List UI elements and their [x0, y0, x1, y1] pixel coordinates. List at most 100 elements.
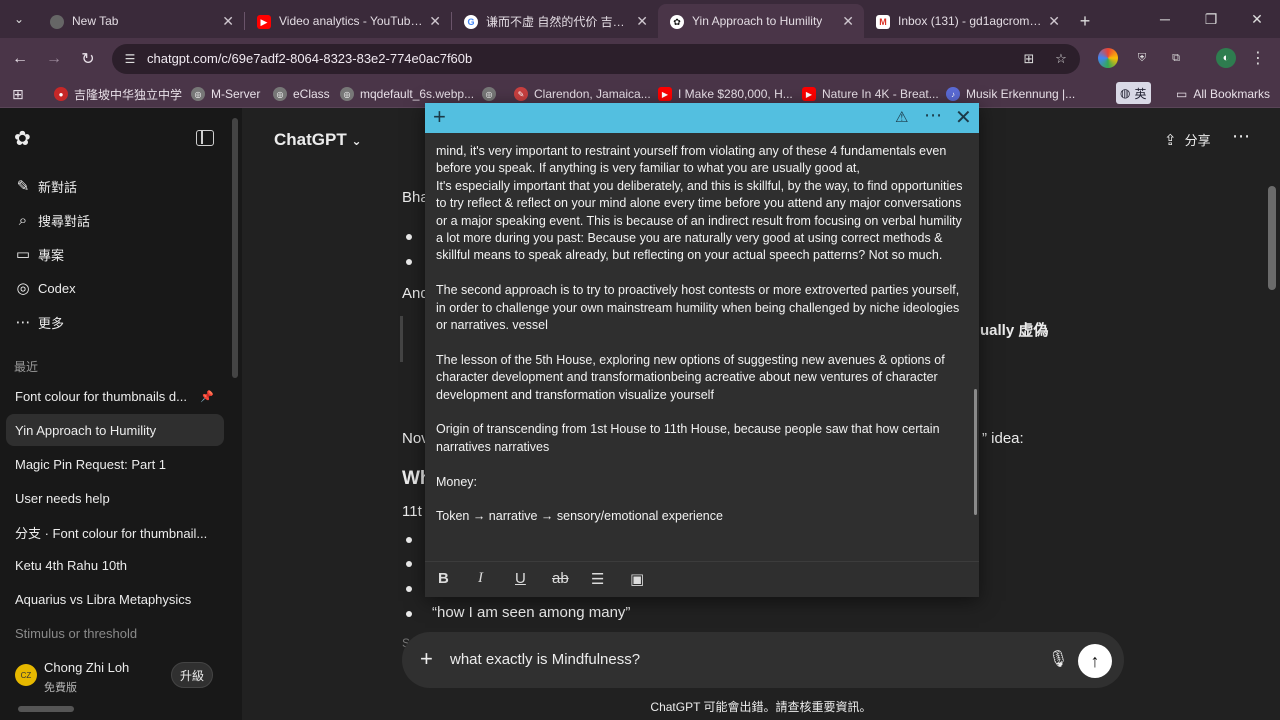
note-scrollbar[interactable]: [974, 389, 977, 515]
chrome-icon: [50, 15, 64, 29]
sidebar: ✿ ✎ 新對話 ⌕ 搜尋對話 ▭ 專案 ◎ Codex ⋯ 更多 最近 Font colo…: [0, 108, 242, 720]
main-scrollbar[interactable]: [1268, 186, 1276, 290]
message-fragment: ually 虚偽: [980, 322, 1049, 339]
note-paragraph: Origin of transcending from 1st House to…: [436, 422, 940, 454]
forward-button[interactable]: →: [42, 47, 66, 71]
browser-tab-youtube[interactable]: ▶ Video analytics - YouTube St ✕: [245, 4, 451, 38]
apps-grid-icon[interactable]: ⊞: [12, 85, 24, 103]
chat-item[interactable]: User needs help: [6, 482, 224, 514]
bookmark-item[interactable]: ● 吉隆坡中华独立中学: [54, 85, 182, 103]
bookmark-item[interactable]: ✎ Clarendon, Jamaica...: [514, 85, 651, 103]
bookmark-item[interactable]: ◎ eClass: [273, 85, 330, 103]
sidebar-item-new-chat[interactable]: ✎ 新對話: [14, 174, 77, 198]
openai-icon: ✿: [670, 15, 684, 29]
send-button[interactable]: ↑: [1078, 644, 1112, 678]
site-settings-icon[interactable]: ☰: [122, 51, 138, 67]
sidebar-item-projects[interactable]: ▭ 專案: [14, 242, 64, 266]
color-extension-icon[interactable]: [1098, 48, 1118, 68]
tab-title: Yin Approach to Humility: [692, 14, 823, 28]
sticky-note-window[interactable]: + ⚠ ⋯ ✕ mind, it's very important to res…: [425, 103, 979, 597]
close-icon[interactable]: ✕: [955, 105, 972, 130]
extensions-puzzle-icon[interactable]: ⧉: [1166, 48, 1186, 68]
browser-tab-google[interactable]: G 谦而不虚 自然的代价 吉祥 - ✕: [452, 4, 658, 38]
window-close-button[interactable]: ✕: [1234, 0, 1280, 38]
sidebar-item-codex[interactable]: ◎ Codex: [14, 276, 75, 300]
sidebar-item-search[interactable]: ⌕ 搜尋對話: [14, 208, 90, 232]
translate-icon[interactable]: ⊞: [1020, 50, 1038, 68]
sidebar-item-label: 新對話: [38, 179, 78, 195]
more-options-icon[interactable]: ⋯: [924, 105, 942, 126]
browser-menu-icon[interactable]: ⋮: [1248, 48, 1268, 68]
pen-icon: ✎: [514, 87, 528, 101]
bold-icon[interactable]: B: [438, 570, 449, 587]
strikethrough-icon[interactable]: ab: [552, 570, 569, 587]
close-icon[interactable]: ✕: [842, 13, 854, 30]
chat-item[interactable]: Stimulus or threshold: [6, 617, 224, 649]
sidebar-item-more[interactable]: ⋯ 更多: [14, 310, 65, 334]
note-paragraph: Money:: [436, 474, 477, 489]
chat-item[interactable]: Magic Pin Request: Part 1: [6, 448, 224, 480]
underline-icon[interactable]: U: [515, 570, 526, 587]
bookmark-item[interactable]: ▶ Nature In 4K - Breat...: [802, 85, 939, 103]
pin-icon[interactable]: 📌: [200, 390, 214, 403]
composer-input[interactable]: what exactly is Mindfulness?: [450, 651, 640, 668]
user-profile[interactable]: CZ Chong Zhi Loh 免費版 升級: [0, 652, 242, 720]
add-note-icon[interactable]: +: [433, 105, 446, 129]
bookmark-label: Nature In 4K - Breat...: [822, 87, 939, 101]
model-selector[interactable]: ChatGPT ⌄: [274, 130, 362, 150]
share-button[interactable]: ⇪ 分享: [1164, 130, 1211, 149]
close-icon[interactable]: ✕: [222, 13, 234, 30]
horizontal-scrollbar[interactable]: [18, 706, 74, 712]
microphone-icon[interactable]: 🎙: [1048, 649, 1068, 669]
chat-item[interactable]: Ketu 4th Rahu 10th: [6, 549, 224, 581]
close-icon[interactable]: ✕: [1048, 13, 1060, 30]
profile-avatar[interactable]: ◐: [1216, 48, 1236, 68]
chat-title: Aquarius vs Libra Metaphysics: [15, 591, 192, 607]
avatar: CZ: [15, 664, 37, 686]
italic-icon[interactable]: I: [478, 570, 483, 587]
more-options-icon[interactable]: ⋯: [1232, 126, 1250, 147]
music-icon: ♪: [946, 87, 960, 101]
bookmark-item[interactable]: ▶ I Make $280,000, H...: [658, 85, 793, 103]
bookmark-item[interactable]: ◎ mqdefault_6s.webp...: [340, 85, 474, 103]
bullet-list-icon[interactable]: ☰: [591, 570, 604, 588]
close-icon[interactable]: ✕: [636, 13, 648, 30]
browser-tab-chatgpt[interactable]: ✿ Yin Approach to Humility ✕: [658, 4, 864, 38]
bookmark-star-icon[interactable]: ☆: [1052, 50, 1070, 68]
sidebar-toggle-icon[interactable]: [196, 130, 214, 146]
address-bar[interactable]: ☰ chatgpt.com/c/69e7adf2-8064-8323-83e2-…: [112, 44, 1080, 74]
restore-button[interactable]: ❐: [1188, 0, 1234, 38]
back-button[interactable]: ←: [8, 47, 32, 71]
bookmark-label: Clarendon, Jamaica...: [534, 87, 651, 101]
bookmark-item[interactable]: ♪ Musik Erkennung |...: [946, 85, 1075, 103]
image-icon[interactable]: ▣: [630, 570, 644, 588]
bookmark-item[interactable]: ◎: [482, 85, 502, 103]
globe-icon: ◎: [273, 87, 287, 101]
new-tab-button[interactable]: +: [1070, 4, 1100, 38]
shield-extension-icon[interactable]: ⛨: [1132, 48, 1152, 68]
chat-item[interactable]: Aquarius vs Libra Metaphysics: [6, 583, 224, 615]
bookmark-item[interactable]: ◎ M-Server: [191, 85, 260, 103]
sidebar-scrollbar[interactable]: [232, 118, 238, 378]
chat-item-active[interactable]: Yin Approach to Humility: [6, 414, 224, 446]
message-composer[interactable]: + what exactly is Mindfulness? 🎙 ↑: [402, 632, 1124, 688]
sticky-note-text[interactable]: mind, it's very important to restraint y…: [436, 143, 972, 557]
close-icon[interactable]: ✕: [429, 13, 441, 30]
browser-tab-gmail[interactable]: M Inbox (131) - gd1agcromanc ✕: [864, 4, 1070, 38]
browser-tab-new-tab[interactable]: New Tab ✕: [38, 4, 244, 38]
minimize-button[interactable]: ─: [1142, 0, 1188, 38]
reload-button[interactable]: ↻: [76, 47, 100, 71]
language-badge[interactable]: ◍ 英: [1116, 82, 1151, 104]
warning-icon[interactable]: ⚠: [895, 108, 908, 126]
youtube-icon: ▶: [257, 15, 271, 29]
chat-item[interactable]: Font colour for thumbnails d... 📌: [6, 380, 224, 412]
browser-toolbar: ← → ↻ ☰ chatgpt.com/c/69e7adf2-8064-8323…: [0, 38, 1280, 80]
chat-title: 分支 · Font colour for thumbnail...: [15, 525, 208, 541]
all-bookmarks[interactable]: ▭ All Bookmarks: [1176, 85, 1270, 103]
sticky-note-header[interactable]: + ⚠ ⋯ ✕: [425, 103, 979, 133]
tab-search-chevron-icon[interactable]: ⌄: [0, 0, 38, 38]
attach-plus-icon[interactable]: +: [420, 646, 433, 672]
chat-item[interactable]: 分支 · Font colour for thumbnail...: [6, 516, 224, 548]
upgrade-button[interactable]: 升級: [171, 662, 213, 688]
openai-logo-icon[interactable]: ✿: [14, 128, 36, 150]
